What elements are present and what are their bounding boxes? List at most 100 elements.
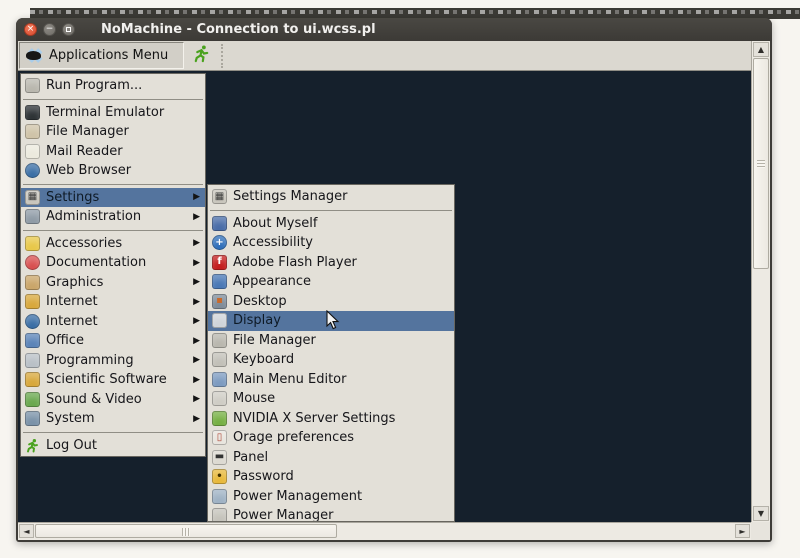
remote-desktop-viewport: Applications Menu Run Program...Term <box>18 41 770 540</box>
icon-glyph: ▪ <box>216 296 223 306</box>
menu-item-label: Internet <box>46 314 185 329</box>
horizontal-scrollbar-thumb[interactable] <box>35 524 337 538</box>
scroll-down-icon[interactable]: ▼ <box>753 506 769 521</box>
menu-item-mail-reader[interactable]: Mail Reader <box>21 142 205 162</box>
scroll-left-icon[interactable]: ◄ <box>19 524 34 538</box>
scrollbar-corner <box>751 522 770 540</box>
display-icon <box>212 313 227 328</box>
menu-item-programming[interactable]: Programming▶ <box>21 351 205 371</box>
menu-item-documentation[interactable]: Documentation▶ <box>21 253 205 273</box>
appearance-icon <box>212 274 227 289</box>
desktop-icon: ▪ <box>212 294 227 309</box>
vertical-scrollbar-thumb[interactable] <box>753 58 769 269</box>
menu-item-internet[interactable]: Internet ▶ <box>21 312 205 332</box>
internet-globe-icon <box>25 314 40 329</box>
menu-item-internet[interactable]: Internet▶ <box>21 292 205 312</box>
submenu-arrow-icon: ▶ <box>193 375 200 385</box>
menu-item-terminal-emulator[interactable]: Terminal Emulator <box>21 103 205 123</box>
xfce-mouse-icon <box>24 47 45 64</box>
xfce-panel: Applications Menu <box>18 41 751 71</box>
menu-item-label: System <box>46 411 185 426</box>
menu-item-web-browser[interactable]: Web Browser <box>21 161 205 181</box>
menu-item-main-menu-editor[interactable]: Main Menu Editor <box>208 370 454 390</box>
menu-item-label: Run Program... <box>46 78 200 93</box>
icon-glyph: ▦ <box>215 192 224 202</box>
main-menu-editor-icon <box>212 372 227 387</box>
menu-item-run-program[interactable]: Run Program... <box>21 76 205 96</box>
menu-item-label: Panel <box>233 450 449 465</box>
close-window-icon[interactable]: × <box>24 23 37 36</box>
menu-item-label: About Myself <box>233 216 449 231</box>
menu-item-sound-video[interactable]: Sound & Video▶ <box>21 390 205 410</box>
menu-item-power-management[interactable]: Power Management <box>208 487 454 507</box>
running-man-icon <box>192 44 211 67</box>
web-browser-icon <box>25 163 40 178</box>
nomachine-window: × − NoMachine - Connection to ui.wcss.pl… <box>16 18 772 542</box>
menu-item-label: Power Management <box>233 489 449 504</box>
menu-item-system[interactable]: System ▶ <box>21 409 205 429</box>
settings-manager-icon: ▦ <box>212 189 227 204</box>
scroll-right-icon[interactable]: ► <box>735 524 750 538</box>
menu-item-mouse[interactable]: Mouse <box>208 389 454 409</box>
menu-item-label: File Manager <box>233 333 449 348</box>
graphics-icon <box>25 275 40 290</box>
menu-separator <box>210 210 452 211</box>
menu-item-administration[interactable]: Administration▶ <box>21 207 205 227</box>
menu-item-appearance[interactable]: Appearance <box>208 272 454 292</box>
icon-glyph: + <box>215 238 223 248</box>
menu-item-label: Log Out <box>46 438 200 453</box>
menu-item-label: Password <box>233 469 449 484</box>
power-manager-icon <box>212 508 227 522</box>
menu-item-label: Main Menu Editor <box>233 372 449 387</box>
mail-reader-icon <box>25 144 40 159</box>
menu-item-label: Graphics <box>46 275 185 290</box>
menu-separator <box>23 184 203 185</box>
menu-item-power-manager[interactable]: Power Manager <box>208 506 454 522</box>
applications-menu-popup: Run Program... Terminal EmulatorFile Mana… <box>20 73 206 457</box>
menu-item-label: Mail Reader <box>46 144 200 159</box>
thumb-grip <box>182 528 190 536</box>
menu-item-log-out[interactable]: Log Out <box>21 436 205 456</box>
menu-item-nvidia-x-server-settings[interactable]: NVIDIA X Server Settings <box>208 409 454 429</box>
menu-item-label: Programming <box>46 353 185 368</box>
window-titlebar[interactable]: × − NoMachine - Connection to ui.wcss.pl <box>16 18 772 41</box>
submenu-arrow-icon: ▶ <box>193 258 200 268</box>
menu-item-adobe-flash-player[interactable]: fAdobe Flash Player <box>208 253 454 273</box>
settings-icon: ▦ <box>25 190 40 205</box>
minimize-window-icon[interactable]: − <box>43 23 56 36</box>
mouse-cursor-icon <box>326 310 341 335</box>
menu-item-settings-manager[interactable]: ▦Settings Manager <box>208 187 454 207</box>
menu-item-orage-preferences[interactable]: ▯Orage preferences <box>208 428 454 448</box>
applications-menu-button[interactable]: Applications Menu <box>19 42 184 69</box>
menu-item-label: Office <box>46 333 185 348</box>
menu-item-accessories[interactable]: Accessories▶ <box>21 234 205 254</box>
panel-separator <box>221 44 223 68</box>
menu-item-panel[interactable]: ▬ Panel <box>208 448 454 468</box>
menu-item-scientific-software[interactable]: Scientific Software▶ <box>21 370 205 390</box>
menu-item-keyboard[interactable]: Keyboard <box>208 350 454 370</box>
vertical-scrollbar[interactable]: ▲ ▼ <box>751 41 770 522</box>
menu-item-password[interactable]: •Password <box>208 467 454 487</box>
menu-item-graphics[interactable]: Graphics▶ <box>21 273 205 293</box>
submenu-arrow-icon: ▶ <box>193 414 200 424</box>
menu-item-desktop[interactable]: ▪Desktop <box>208 292 454 312</box>
horizontal-scrollbar[interactable]: ◄ ► <box>18 522 751 540</box>
internet-network-icon <box>25 294 40 309</box>
icon-glyph: ▦ <box>28 192 37 202</box>
menu-item-accessibility[interactable]: +Accessibility <box>208 233 454 253</box>
menu-item-settings[interactable]: ▦Settings▶ <box>21 188 205 208</box>
maximize-window-icon[interactable] <box>62 23 75 36</box>
panel-icon: ▬ <box>212 450 227 465</box>
session-runner-button[interactable] <box>186 42 216 69</box>
submenu-arrow-icon: ▶ <box>193 212 200 222</box>
menu-item-label: Power Manager <box>233 508 449 522</box>
menu-item-about-myself[interactable]: About Myself <box>208 214 454 234</box>
submenu-arrow-icon: ▶ <box>193 297 200 307</box>
submenu-arrow-icon: ▶ <box>193 192 200 202</box>
nvidia-settings-icon <box>212 411 227 426</box>
scroll-up-icon[interactable]: ▲ <box>753 42 769 57</box>
submenu-arrow-icon: ▶ <box>193 316 200 326</box>
run-program-icon <box>25 78 40 93</box>
menu-item-office[interactable]: Office▶ <box>21 331 205 351</box>
menu-item-file-manager[interactable]: File Manager <box>21 122 205 142</box>
